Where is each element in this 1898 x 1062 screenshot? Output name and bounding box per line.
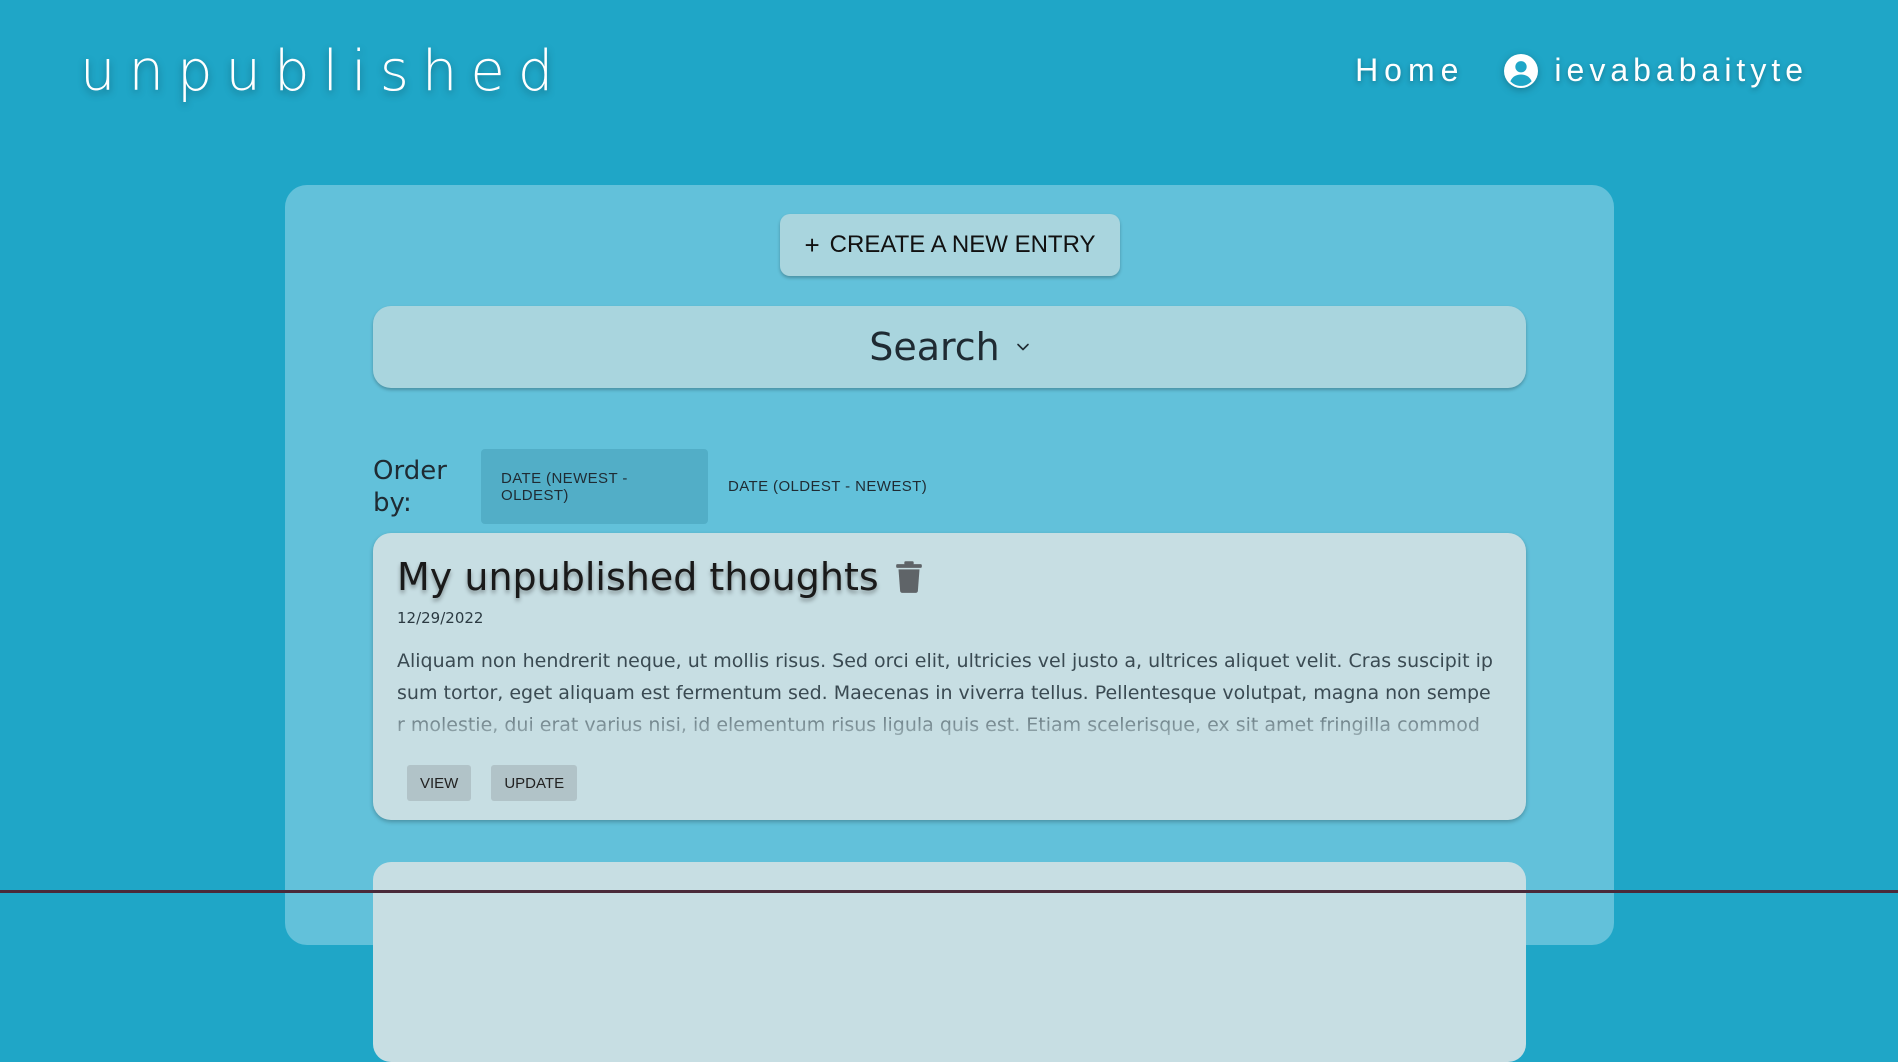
order-newest-first-button[interactable]: DATE (NEWEST - OLDEST)	[481, 449, 708, 524]
order-oldest-first-button[interactable]: DATE (OLDEST - NEWEST)	[708, 449, 947, 524]
order-by-row: Order by: DATE (NEWEST - OLDEST) DATE (O…	[373, 449, 947, 524]
chevron-down-icon	[1016, 343, 1029, 351]
search-accordion[interactable]: Search	[373, 306, 1526, 388]
entry-title-row: My unpublished thoughts	[397, 555, 923, 599]
plus-icon: +	[804, 229, 820, 260]
entry-date: 12/29/2022	[397, 609, 484, 627]
nav-home-link[interactable]: Home	[1355, 52, 1464, 89]
app-header: unpublished Home ievababaityte	[0, 0, 1898, 170]
search-label: Search	[869, 325, 1000, 369]
view-entry-button[interactable]: VIEW	[407, 765, 472, 801]
entry-card: My unpublished thoughts 12/29/2022 Aliqu…	[373, 533, 1526, 820]
entry-preview-text: Aliquam non hendrerit neque, ut mollis r…	[397, 650, 1493, 736]
order-by-label: Order by:	[373, 456, 447, 518]
username-label: ievababaityte	[1554, 52, 1808, 88]
app-logo[interactable]: unpublished	[80, 44, 566, 100]
create-entry-label: CREATE A NEW ENTRY	[829, 231, 1096, 258]
entry-title: My unpublished thoughts	[397, 555, 879, 599]
trash-icon[interactable]	[895, 560, 923, 594]
user-menu[interactable]: ievababaityte	[1504, 52, 1808, 89]
entries-panel: + CREATE A NEW ENTRY Search Order by: DA…	[285, 185, 1614, 1062]
create-entry-button[interactable]: + CREATE A NEW ENTRY	[780, 214, 1120, 276]
update-entry-button[interactable]: UPDATE	[491, 765, 578, 801]
top-nav: Home ievababaityte	[1355, 52, 1808, 89]
entry-actions: VIEW UPDATE	[407, 765, 597, 801]
account-circle-icon	[1504, 53, 1539, 88]
